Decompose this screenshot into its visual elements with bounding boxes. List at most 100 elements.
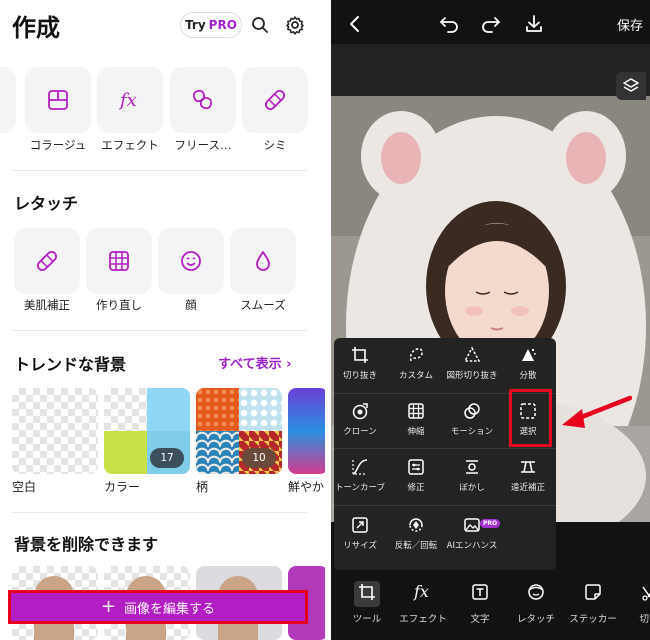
create-screen: 作成 Try PRO コラージュ fx エフェクト フリース… シミ レタッチ … xyxy=(0,0,325,640)
tool-stretch-label: 伸縮 xyxy=(407,427,425,437)
gear-icon[interactable] xyxy=(283,13,307,37)
custom-lasso-icon xyxy=(409,348,423,362)
editor-screen: 保存 切り抜き カスタム 図形切り抜き 分散 クローン 伸縮 モーション 選択 … xyxy=(331,0,650,640)
tool-flip-rotate[interactable]: 反転／回転 xyxy=(387,516,445,551)
nav-text[interactable]: 文字 xyxy=(452,576,508,625)
tool-flip-rotate-label: 反転／回転 xyxy=(394,541,438,551)
layers-icon[interactable] xyxy=(616,72,646,100)
chevron-right-icon: › xyxy=(286,357,292,372)
bg-card-color-label: カラー xyxy=(104,480,141,494)
nav-tools-label: ツール xyxy=(352,614,382,625)
pro-label: PRO xyxy=(208,18,237,32)
nav-sticker[interactable]: ステッカー xyxy=(565,576,621,625)
nav-retouch[interactable]: レタッチ xyxy=(508,576,564,625)
back-icon[interactable] xyxy=(343,12,367,36)
tool-blemish[interactable] xyxy=(242,67,308,133)
tool-resize-label: リサイズ xyxy=(343,541,377,551)
tool-blur[interactable]: ぼかし xyxy=(443,458,501,493)
tool-tone-curve-label: トーンカーブ xyxy=(334,483,386,493)
bandage-icon xyxy=(37,251,57,271)
fx-icon: fx xyxy=(118,90,137,111)
tool-clone[interactable]: クローン xyxy=(331,402,389,437)
tool-blemish-label: シミ xyxy=(263,138,287,152)
blur-icon xyxy=(466,460,478,474)
select-highlight xyxy=(509,389,552,447)
nav-retouch-label: レタッチ xyxy=(516,614,555,625)
undo-icon[interactable] xyxy=(437,12,461,36)
tool-adjust-label: 修正 xyxy=(407,483,425,493)
tool-crop[interactable]: 切り抜き xyxy=(331,346,389,381)
tool-clone-label: クローン xyxy=(343,427,377,437)
count-badge: 10 xyxy=(242,448,276,468)
tool-resize[interactable]: リサイズ xyxy=(331,516,389,551)
remove-bg-section-title: 背景を削除できます xyxy=(14,535,159,554)
ai-enhance-icon xyxy=(464,518,480,532)
edit-image-button[interactable]: + 画像を編集する xyxy=(8,590,308,624)
motion-icon xyxy=(464,403,480,419)
retouch-smooth[interactable] xyxy=(230,228,296,294)
bg-card-vivid-label: 鮮やか xyxy=(288,480,325,494)
tool-effect[interactable]: fx xyxy=(97,67,163,133)
cut-icon xyxy=(642,586,650,601)
redo-icon[interactable] xyxy=(479,12,503,36)
freestyle-icon xyxy=(192,89,213,110)
clone-icon xyxy=(352,403,368,420)
divider xyxy=(334,505,556,506)
tool-shape-crop[interactable]: 図形切り抜き xyxy=(443,346,501,381)
fx-icon: fx xyxy=(413,582,429,601)
bottom-nav: ツール fx エフェクト 文字 レタッチ ステッカー 切 xyxy=(331,576,650,640)
perspective-icon xyxy=(521,461,535,473)
tool-freestyle[interactable] xyxy=(170,67,236,133)
tool-motion[interactable]: モーション xyxy=(443,402,501,437)
disperse-icon xyxy=(522,349,536,361)
flip-rotate-icon xyxy=(409,518,423,532)
svg-text:fx: fx xyxy=(413,582,429,601)
retouch-icon xyxy=(528,584,544,600)
stretch-icon xyxy=(408,403,424,419)
tool-freestyle-label: フリース… xyxy=(174,138,232,152)
retouch-skin-label: 美肌補正 xyxy=(24,298,70,312)
svg-text:fx: fx xyxy=(118,90,137,111)
tool-ai-enhance-label: AIエンハンス xyxy=(446,541,498,551)
bg-card-pattern[interactable]: 10 xyxy=(196,388,282,474)
nav-tools[interactable]: ツール xyxy=(339,576,395,625)
retouch-remake[interactable] xyxy=(86,228,152,294)
tool-tone-curve[interactable]: トーンカーブ xyxy=(331,458,389,493)
retouch-face[interactable] xyxy=(158,228,224,294)
canvas-area xyxy=(331,44,650,96)
tool-disperse-label: 分散 xyxy=(519,371,537,381)
tool-custom-label: カスタム xyxy=(398,371,433,381)
plus-icon: + xyxy=(100,596,117,617)
bg-card-vivid[interactable] xyxy=(288,388,325,474)
bg-card-blank[interactable] xyxy=(12,388,98,474)
divider xyxy=(12,512,307,513)
bandage-icon xyxy=(265,90,285,110)
trend-section-title: トレンドな背景 xyxy=(14,355,127,374)
triangle-icon xyxy=(463,346,481,362)
nav-text-label: 文字 xyxy=(470,614,490,625)
try-pro-button[interactable]: Try PRO xyxy=(180,12,242,38)
tool-disperse[interactable]: 分散 xyxy=(499,346,557,381)
tool-adjust[interactable]: 修正 xyxy=(387,458,445,493)
tool-collage[interactable] xyxy=(25,67,91,133)
tool-stretch[interactable]: 伸縮 xyxy=(387,402,445,437)
tool-perspective[interactable]: 遠近補正 xyxy=(499,458,557,493)
see-all-link[interactable]: すべて表示 › xyxy=(218,353,291,372)
nav-effects-label: エフェクト xyxy=(399,614,447,625)
retouch-skin[interactable] xyxy=(14,228,80,294)
retouch-section-title: レタッチ xyxy=(14,194,79,213)
search-icon[interactable] xyxy=(248,13,272,37)
adjust-icon xyxy=(408,459,424,475)
download-icon[interactable] xyxy=(522,12,546,36)
text-icon xyxy=(472,584,488,600)
retouch-remake-label: 作り直し xyxy=(96,298,142,312)
resize-icon xyxy=(352,517,368,533)
nav-sticker-label: ステッカー xyxy=(569,614,617,625)
nav-cut[interactable]: 切り xyxy=(621,576,650,625)
nav-effects[interactable]: fx エフェクト xyxy=(395,576,451,625)
tool-tile-hidden[interactable] xyxy=(0,67,16,133)
save-button[interactable]: 保存 xyxy=(617,15,643,34)
tool-custom[interactable]: カスタム xyxy=(387,346,445,381)
divider xyxy=(12,330,307,331)
bg-card-color[interactable]: 17 xyxy=(104,388,190,474)
